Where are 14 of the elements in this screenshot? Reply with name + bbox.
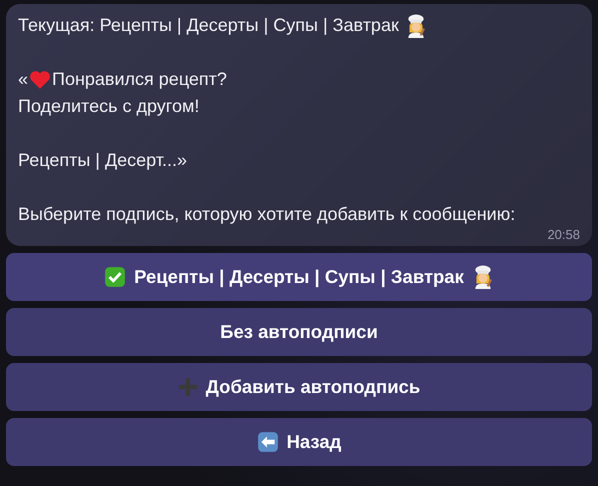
keyboard-button[interactable]: Назад (6, 418, 592, 466)
check-icon (104, 266, 126, 288)
plus-icon (178, 377, 198, 397)
current-caption-text: Текущая: Рецепты | Десерты | Супы | Завтрак (18, 14, 399, 37)
quote-mark: « (18, 68, 28, 91)
keyboard-button[interactable]: Рецепты | Десерты | Супы | Завтрак (6, 253, 592, 301)
keyboard-button[interactable]: Добавить автоподпись (6, 363, 592, 411)
prompt-text: Выберите подпись, которую хотите добавить к сообщению: (18, 203, 516, 226)
message-time: 20:58 (547, 228, 580, 242)
quoted-text: Поделитесь с другом! (18, 95, 200, 118)
quoted-text: Рецепты | Десерт...» (18, 149, 188, 172)
quoted-text: Понравился рецепт? (52, 68, 227, 91)
keyboard-button[interactable]: Без автоподписи (6, 308, 592, 356)
heart-icon (29, 70, 52, 90)
